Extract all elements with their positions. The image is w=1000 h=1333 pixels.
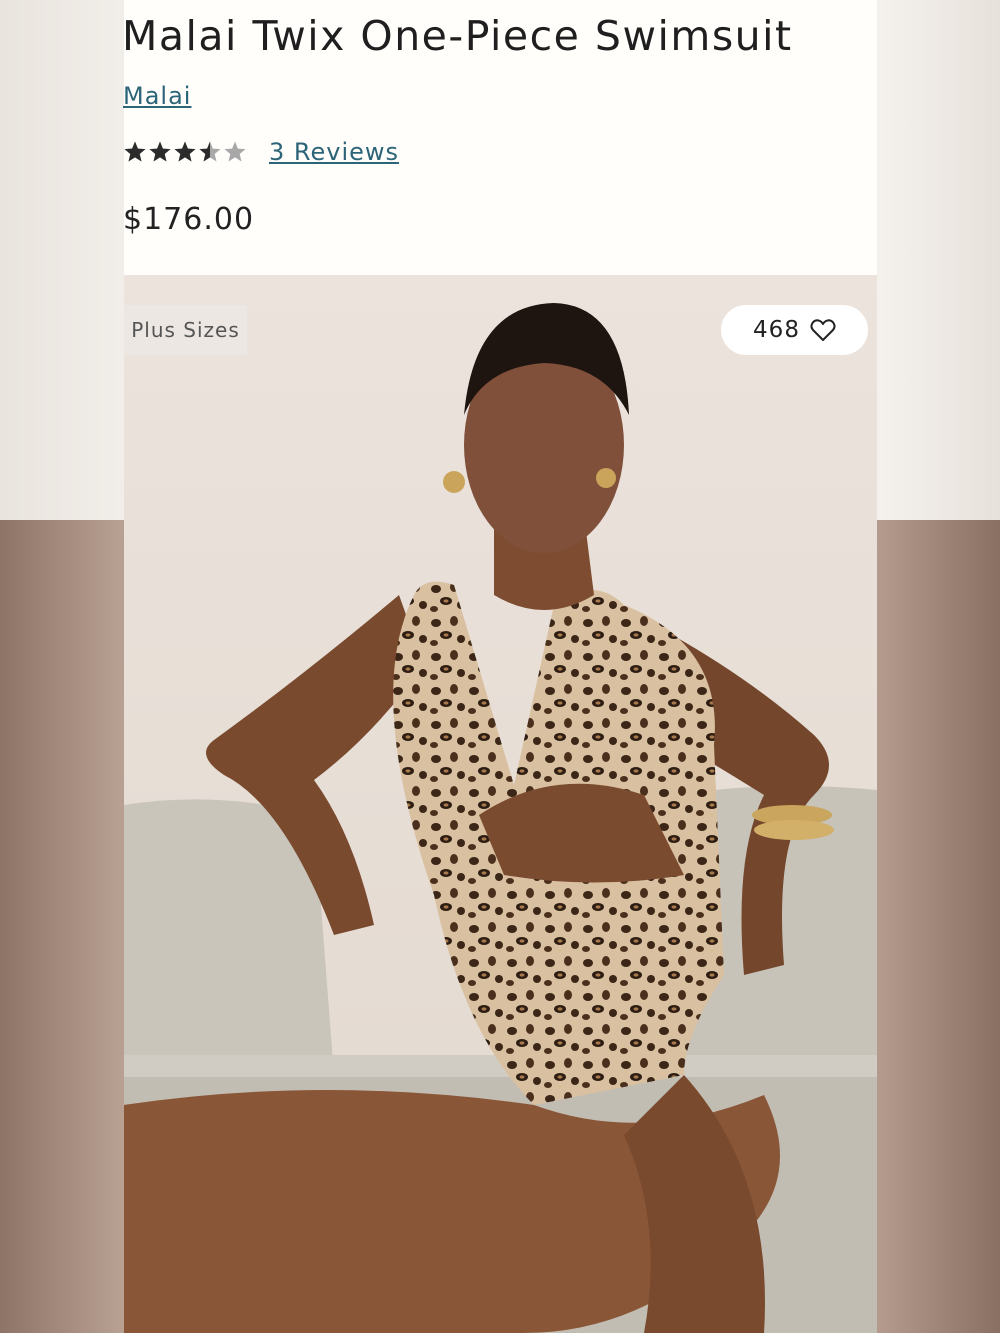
star-icon: [224, 141, 246, 162]
star-icon: [124, 141, 146, 162]
favorites-count: 468: [753, 317, 800, 343]
rating-row: 3 Reviews: [123, 138, 399, 166]
product-image[interactable]: [124, 275, 877, 1333]
reviews-link[interactable]: 3 Reviews: [269, 138, 399, 166]
product-price: $176.00: [123, 202, 255, 237]
star-rating: [123, 140, 247, 164]
product-title: Malai Twix One-Piece Swimsuit: [122, 12, 793, 60]
favorite-button[interactable]: 468: [721, 305, 868, 355]
plus-sizes-tag: Plus Sizes: [124, 305, 247, 355]
brand-link[interactable]: Malai: [123, 82, 191, 110]
heart-outline-icon: [810, 319, 836, 341]
star-icon: [174, 141, 196, 162]
star-icon: [199, 141, 221, 162]
star-icon: [149, 141, 171, 162]
